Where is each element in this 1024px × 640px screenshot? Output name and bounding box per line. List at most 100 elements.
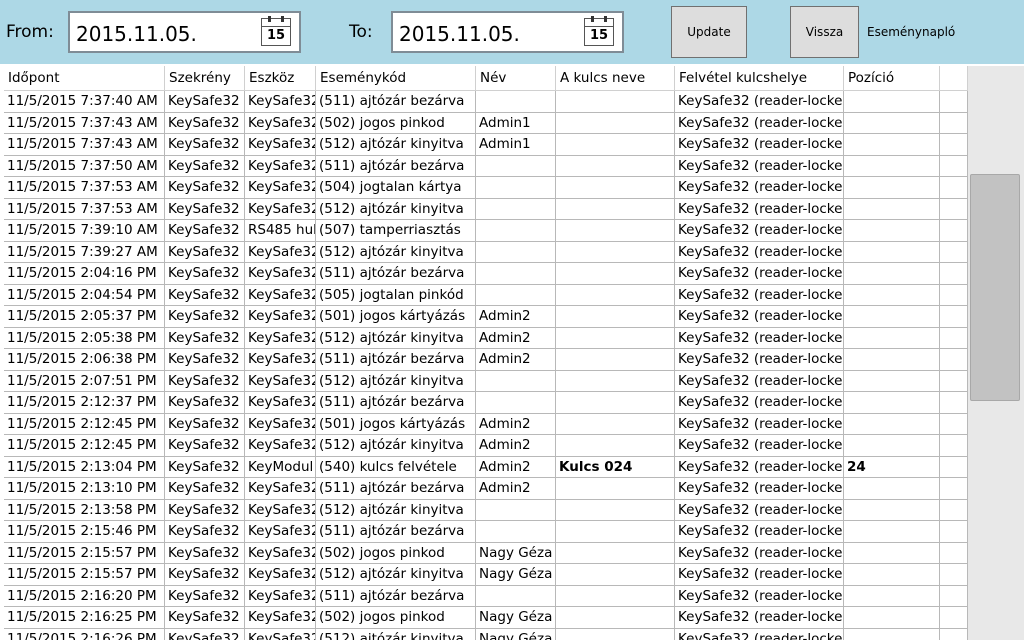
cell-cabinet: KeySafe32 (: [165, 155, 245, 177]
cell-time: 11/5/2015 2:16:25 PM: [4, 607, 165, 629]
cell-device: KeySafe32: [245, 134, 316, 156]
cell-filler: [940, 542, 968, 564]
table-row[interactable]: 11/5/2015 2:12:37 PM KeySafe32 (KeySafe32…: [4, 392, 968, 414]
vertical-scrollbar[interactable]: [968, 66, 1024, 640]
table-row[interactable]: 11/5/2015 2:13:58 PM KeySafe32 (KeySafe32…: [4, 499, 968, 521]
cell-pickup-slot: KeySafe32 (reader-locker): [675, 155, 844, 177]
table-row[interactable]: 11/5/2015 7:37:53 AM KeySafe32 (KeySafe32…: [4, 177, 968, 199]
cell-key-name: [556, 585, 675, 607]
cell-event-code: (502) jogos pinkod: [316, 607, 476, 629]
table-row[interactable]: 11/5/2015 2:15:57 PM KeySafe32 (KeySafe32…: [4, 542, 968, 564]
table-row[interactable]: 11/5/2015 2:06:38 PM KeySafe32 (KeySafe32…: [4, 349, 968, 371]
table-row[interactable]: 11/5/2015 7:37:53 AM KeySafe32 (KeySafe32…: [4, 198, 968, 220]
table-row[interactable]: 11/5/2015 2:16:20 PM KeySafe32 (KeySafe32…: [4, 585, 968, 607]
cell-event-code: (502) jogos pinkod: [316, 542, 476, 564]
cell-pickup-slot: KeySafe32 (reader-locker): [675, 628, 844, 640]
table-row[interactable]: 11/5/2015 2:13:04 PM KeySafe32 (KeyModul(…: [4, 456, 968, 478]
cell-filler: [940, 585, 968, 607]
calendar-day: 15: [589, 28, 609, 43]
table-row[interactable]: 11/5/2015 7:37:50 AM KeySafe32 ( KeySafe32…: [4, 155, 968, 177]
cell-position: [844, 241, 940, 263]
calendar-icon[interactable]: 15: [584, 16, 614, 46]
cell-time: 11/5/2015 2:13:10 PM: [4, 478, 165, 500]
cell-event-code: (512) ajtózár kinyitva: [316, 628, 476, 640]
cell-time: 11/5/2015 2:12:45 PM: [4, 413, 165, 435]
column-header-pickup-slot[interactable]: Felvétel kulcshelye: [675, 66, 844, 90]
cell-name: [476, 177, 556, 199]
table-row[interactable]: 11/5/2015 7:37:43 AM KeySafe32 (KeySafe32…: [4, 112, 968, 134]
cell-time: 11/5/2015 7:39:10 AM: [4, 220, 165, 242]
cell-event-code: (512) ajtózár kinyitva: [316, 134, 476, 156]
cell-cabinet: KeySafe32 (: [165, 521, 245, 543]
table-row[interactable]: 11/5/2015 2:05:37 PM KeySafe32 (KeySafe32…: [4, 306, 968, 328]
column-header-name[interactable]: Név: [476, 66, 556, 90]
cell-cabinet: KeySafe32 (: [165, 370, 245, 392]
cell-device: KeySafe32: [245, 413, 316, 435]
to-date-value[interactable]: 2015.11.05.: [399, 22, 520, 46]
cell-key-name: [556, 370, 675, 392]
column-header-position[interactable]: Pozíció: [844, 66, 940, 90]
cell-device: KeySafe32: [245, 499, 316, 521]
cell-pickup-slot: KeySafe32 (reader-locker): [675, 370, 844, 392]
scrollbar-thumb[interactable]: [970, 174, 1020, 401]
table-row[interactable]: 11/5/2015 7:39:10 AM KeySafe32 (RS485 hub…: [4, 220, 968, 242]
cell-device: KeySafe32: [245, 91, 316, 113]
event-log-grid[interactable]: Időpont Szekrény Eszköz Eseménykód Név A…: [4, 66, 968, 640]
column-header-event-code[interactable]: Eseménykód: [316, 66, 476, 90]
cell-filler: [940, 349, 968, 371]
cell-time: 11/5/2015 2:15:46 PM: [4, 521, 165, 543]
table-row[interactable]: 11/5/2015 2:12:45 PM KeySafe32 (KeySafe32…: [4, 413, 968, 435]
column-header-cabinet[interactable]: Szekrény: [165, 66, 245, 90]
cell-name: Admin1: [476, 134, 556, 156]
cell-filler: [940, 435, 968, 457]
table-row[interactable]: 11/5/2015 2:13:10 PM KeySafe32 (KeySafe32…: [4, 478, 968, 500]
back-button[interactable]: Vissza: [790, 6, 859, 58]
cell-pickup-slot: KeySafe32 (reader-locker): [675, 564, 844, 586]
cell-key-name: [556, 284, 675, 306]
calendar-icon[interactable]: 15: [261, 16, 291, 46]
cell-time: 11/5/2015 2:16:26 PM: [4, 628, 165, 640]
table-row[interactable]: 11/5/2015 2:15:57 PM KeySafe32 (KeySafe32…: [4, 564, 968, 586]
column-header-key-name[interactable]: A kulcs neve: [556, 66, 675, 90]
cell-device: KeySafe32: [245, 112, 316, 134]
cell-filler: [940, 521, 968, 543]
table-row[interactable]: 11/5/2015 2:16:25 PM KeySafe32 (KeySafe32…: [4, 607, 968, 629]
cell-position: [844, 435, 940, 457]
table-row[interactable]: 11/5/2015 2:12:45 PM KeySafe32 (KeySafe32…: [4, 435, 968, 457]
cell-position: [844, 542, 940, 564]
cell-cabinet: KeySafe32 (: [165, 198, 245, 220]
column-header-time[interactable]: Időpont: [4, 66, 165, 90]
table-row[interactable]: 11/5/2015 2:07:51 PM KeySafe32 (KeySafe32…: [4, 370, 968, 392]
cell-event-code: (501) jogos kártyázás: [316, 413, 476, 435]
cell-event-code: (504) jogtalan kártya: [316, 177, 476, 199]
cell-event-code: (512) ajtózár kinyitva: [316, 370, 476, 392]
cell-event-code: (512) ajtózár kinyitva: [316, 198, 476, 220]
cell-cabinet: KeySafe32 (: [165, 220, 245, 242]
table-row[interactable]: 11/5/2015 2:16:26 PM KeySafe32 (KeySafe32…: [4, 628, 968, 640]
update-button[interactable]: Update: [671, 6, 747, 58]
cell-time: 11/5/2015 2:05:37 PM: [4, 306, 165, 328]
cell-position: [844, 134, 940, 156]
table-row[interactable]: 11/5/2015 7:39:27 AM KeySafe32 (KeySafe32…: [4, 241, 968, 263]
cell-name: Admin2: [476, 456, 556, 478]
cell-position: [844, 349, 940, 371]
cell-key-name: [556, 349, 675, 371]
table-row[interactable]: 11/5/2015 7:37:40 AM KeySafe32 (KeySafe32…: [4, 91, 968, 113]
from-date-picker[interactable]: 2015.11.05. 15: [68, 11, 301, 53]
cell-event-code: (511) ajtózár bezárva: [316, 263, 476, 285]
cell-time: 11/5/2015 7:37:50 AM: [4, 155, 165, 177]
cell-device: KeySafe32: [245, 628, 316, 640]
table-row[interactable]: 11/5/2015 2:04:54 PM KeySafe32 (KeySafe32…: [4, 284, 968, 306]
from-date-value[interactable]: 2015.11.05.: [76, 22, 197, 46]
table-row[interactable]: 11/5/2015 7:37:43 AM KeySafe32 (KeySafe32…: [4, 134, 968, 156]
to-date-picker[interactable]: 2015.11.05. 15: [391, 11, 624, 53]
cell-device: KeySafe32: [245, 392, 316, 414]
cell-key-name: [556, 112, 675, 134]
table-row[interactable]: 11/5/2015 2:05:38 PM KeySafe32 (KeySafe32…: [4, 327, 968, 349]
cell-pickup-slot: KeySafe32 (reader-locker): [675, 134, 844, 156]
column-header-device[interactable]: Eszköz: [245, 66, 316, 90]
cell-time: 11/5/2015 7:37:40 AM: [4, 91, 165, 113]
table-row[interactable]: 11/5/2015 2:04:16 PM KeySafe32 (KeySafe32…: [4, 263, 968, 285]
cell-device: KeySafe32: [245, 478, 316, 500]
table-row[interactable]: 11/5/2015 2:15:46 PM KeySafe32 (KeySafe32…: [4, 521, 968, 543]
